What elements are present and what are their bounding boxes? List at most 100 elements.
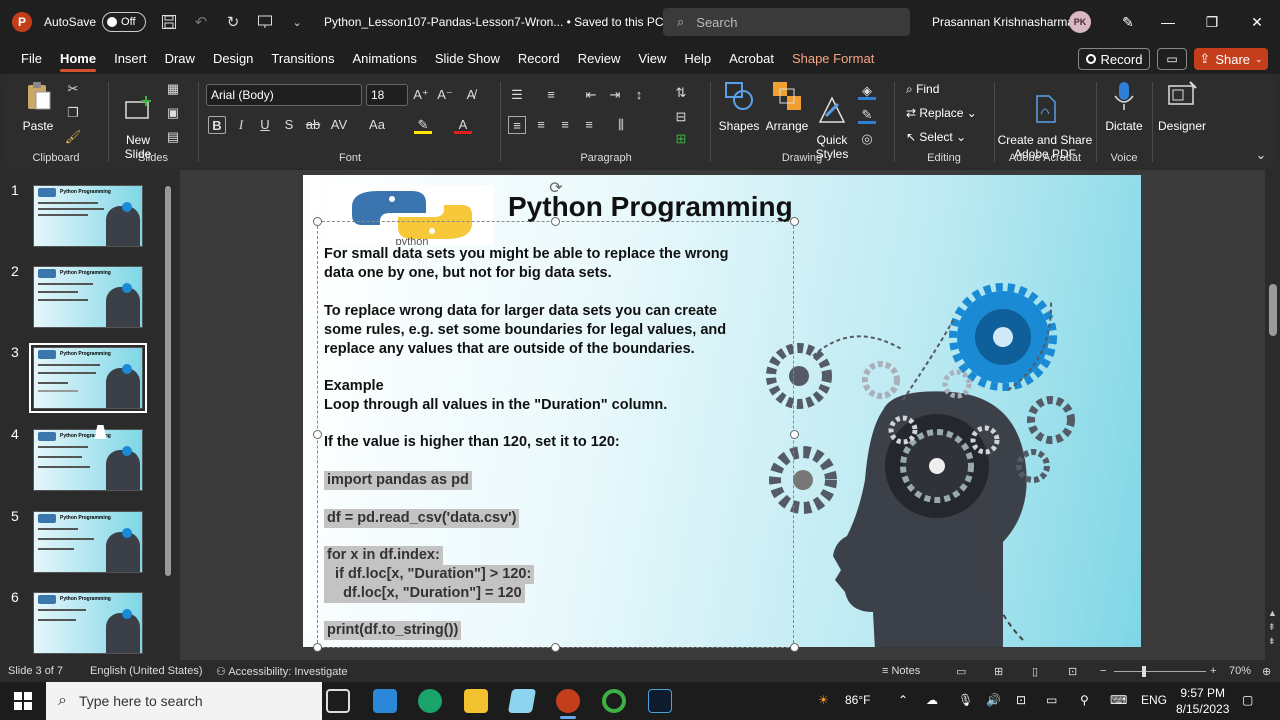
scroll-up-icon[interactable]: ▲ [1268, 608, 1277, 618]
resize-handle[interactable] [313, 643, 322, 652]
tab-home[interactable]: Home [51, 44, 105, 74]
body-line-2[interactable]: data one by one, but not for big data se… [324, 264, 612, 283]
resize-handle[interactable] [313, 430, 322, 439]
record-button[interactable]: Record [1078, 48, 1150, 70]
slide-thumbnail-6[interactable]: Python Programming [33, 592, 143, 654]
tab-animations[interactable]: Animations [344, 44, 426, 74]
copy-icon[interactable]: ❐ [64, 104, 82, 122]
resize-handle[interactable] [313, 217, 322, 226]
document-title[interactable]: Python_Lesson107-Pandas-Lesson7-Wron... … [324, 15, 677, 29]
cut-icon[interactable]: ✂ [64, 80, 82, 98]
close-icon[interactable]: ✕ [1247, 12, 1267, 32]
slide-sorter-icon[interactable]: ⊞ [994, 665, 1003, 678]
display-icon[interactable]: ⊡ [1016, 693, 1026, 707]
normal-view-icon[interactable]: ▭ [956, 665, 966, 678]
tab-slide-show[interactable]: Slide Show [426, 44, 509, 74]
taskbar-search-input[interactable]: ⌕ Type here to search [46, 682, 322, 720]
network-icon[interactable]: ⚲ [1080, 693, 1089, 707]
highlight-icon[interactable]: ✎ [414, 116, 432, 134]
tab-view[interactable]: View [629, 44, 675, 74]
smartart-icon[interactable]: ⊞ [672, 130, 690, 148]
accessibility-status[interactable]: ⚇ Accessibility: Investigate [216, 665, 348, 678]
avatar[interactable]: PK [1069, 11, 1091, 33]
tab-insert[interactable]: Insert [105, 44, 156, 74]
undo-icon[interactable]: ↶ [192, 13, 210, 31]
tab-shape-format[interactable]: Shape Format [783, 44, 883, 74]
code-line-5[interactable]: df.loc[x, "Duration"] = 120 [324, 584, 525, 603]
resize-handle[interactable] [790, 430, 799, 439]
redo-icon[interactable]: ↻ [224, 13, 242, 31]
reset-icon[interactable]: ▣ [164, 104, 182, 122]
tab-design[interactable]: Design [204, 44, 262, 74]
edge-app-icon[interactable] [418, 689, 442, 713]
zoom-in-icon[interactable]: + [1210, 665, 1216, 677]
new-slide-button[interactable]: New Slide [116, 80, 160, 161]
powerpoint-app-icon[interactable] [556, 689, 580, 719]
recorder-app-icon[interactable] [602, 689, 626, 713]
shape-effects-icon[interactable]: ◎ [858, 130, 876, 148]
align-right-icon[interactable]: ≡ [556, 116, 574, 134]
resize-handle[interactable] [790, 217, 799, 226]
notifications-icon[interactable]: ▢ [1242, 693, 1253, 707]
shapes-button[interactable]: Shapes [716, 80, 762, 133]
customize-toolbar-icon[interactable]: ⌄ [288, 13, 306, 31]
autosave-toggle[interactable]: Off [102, 12, 147, 32]
line-spacing-icon[interactable]: ↕ [630, 86, 648, 104]
replace-button[interactable]: ⇄ Replace ⌄ [906, 106, 977, 120]
designer-button[interactable]: Designer [1154, 80, 1210, 133]
keyboard-icon[interactable]: ⌨ [1110, 693, 1127, 707]
share-button[interactable]: ⇪ Share ⌄ [1194, 48, 1268, 70]
pen-icon[interactable]: ✎ [1118, 12, 1138, 32]
body-line-6[interactable]: Loop through all values in the "Duration… [324, 396, 667, 415]
body-line-4[interactable]: some rules, e.g. set some boundaries for… [324, 321, 726, 340]
present-icon[interactable] [256, 13, 274, 31]
slide-thumbnail-1[interactable]: Python Programming [33, 185, 143, 247]
canvas-scrollbar[interactable]: ▲ ⇞ ⇟ [1266, 170, 1280, 660]
input-language[interactable]: ENG [1141, 693, 1167, 707]
dictate-button[interactable]: Dictate [1098, 80, 1150, 133]
strikethrough-icon[interactable]: ab [304, 116, 322, 134]
change-case-icon[interactable]: Aa [368, 116, 386, 134]
thumbnail-scrollbar[interactable] [164, 178, 172, 654]
shape-outline-icon[interactable]: ✎ [858, 106, 876, 124]
microphone-tray-icon[interactable]: 🎙 [958, 693, 973, 707]
align-center-icon[interactable]: ≡ [532, 116, 550, 134]
previous-slide-icon[interactable]: ⇞ [1268, 622, 1276, 633]
comments-button[interactable]: ▭ [1157, 48, 1187, 70]
slide[interactable]: python Python Programming For small data… [303, 175, 1141, 647]
file-explorer-icon[interactable] [464, 689, 488, 713]
increase-indent-icon[interactable]: ⇥ [606, 86, 624, 104]
mail-app-icon[interactable] [373, 689, 397, 713]
next-slide-icon[interactable]: ⇟ [1268, 636, 1276, 647]
language-status[interactable]: English (United States) [90, 665, 203, 677]
body-line-7[interactable]: If the value is higher than 120, set it … [324, 433, 620, 452]
notepad-app-icon[interactable] [507, 689, 537, 713]
shape-fill-icon[interactable]: ◈ [858, 82, 876, 100]
create-pdf-button[interactable]: Create and Share Adobe PDF [996, 80, 1094, 161]
weather-temp[interactable]: 86°F [845, 693, 870, 707]
save-icon[interactable] [160, 13, 178, 31]
code-line-1[interactable]: import pandas as pd [324, 471, 472, 490]
terminal-app-icon[interactable] [648, 689, 672, 713]
increase-font-icon[interactable]: A⁺ [412, 86, 430, 104]
search-input[interactable]: ⌕ Search [663, 8, 910, 36]
bullets-icon[interactable]: ☰ [508, 86, 526, 104]
slide-thumbnail-5[interactable]: Python Programming [33, 511, 143, 573]
body-line-5[interactable]: replace any values that are outside of t… [324, 340, 695, 359]
align-text-icon[interactable]: ⊟ [672, 108, 690, 126]
tab-draw[interactable]: Draw [156, 44, 204, 74]
tab-acrobat[interactable]: Acrobat [720, 44, 783, 74]
tab-review[interactable]: Review [569, 44, 630, 74]
bold-icon[interactable]: B [208, 116, 226, 134]
text-direction-icon[interactable]: ⇅ [672, 84, 690, 102]
slide-thumbnail-4[interactable]: Python Programming [33, 429, 143, 491]
find-button[interactable]: ⌕ Find [906, 82, 939, 97]
code-line-4[interactable]: if df.loc[x, "Duration"] > 120: [324, 565, 535, 584]
zoom-out-icon[interactable]: − [1100, 665, 1106, 677]
onedrive-icon[interactable]: ☁ [926, 693, 938, 707]
notes-button[interactable]: ≡ Notes [882, 665, 920, 677]
numbering-icon[interactable]: ≡ [542, 86, 560, 104]
restore-icon[interactable]: ❐ [1202, 12, 1222, 32]
decrease-indent-icon[interactable]: ⇤ [582, 86, 600, 104]
clock[interactable]: 9:57 PM 8/15/2023 [1176, 685, 1229, 717]
